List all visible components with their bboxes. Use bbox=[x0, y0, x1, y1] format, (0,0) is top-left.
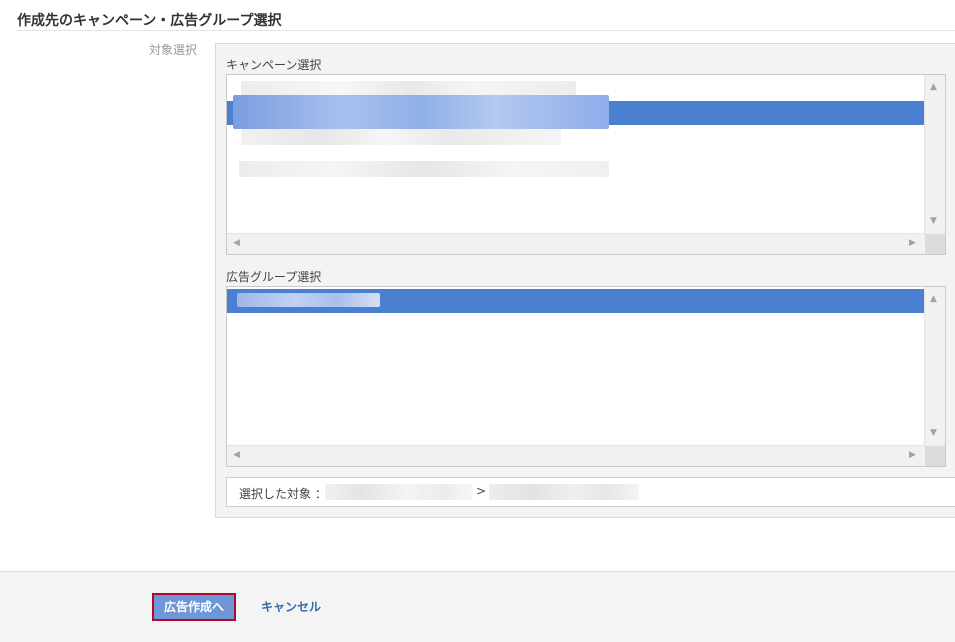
scrollbar-corner bbox=[925, 446, 945, 466]
scroll-down-icon[interactable]: ▼ bbox=[930, 217, 937, 226]
scroll-right-icon[interactable]: ▶ bbox=[909, 239, 916, 248]
list-item-selected[interactable] bbox=[227, 95, 924, 129]
scrollbar-corner bbox=[925, 234, 945, 254]
footer-bar bbox=[0, 571, 955, 642]
list-item[interactable] bbox=[227, 125, 924, 149]
selected-target-label: 選択した対象 ： bbox=[239, 487, 327, 501]
list-item-selected[interactable] bbox=[227, 289, 924, 313]
breadcrumb-separator: > bbox=[476, 484, 487, 498]
target-selection-label: 対象選択 bbox=[149, 43, 198, 57]
selected-campaign-value bbox=[325, 484, 473, 500]
create-ad-button[interactable]: 広告作成へ bbox=[152, 593, 236, 621]
adgroup-horizontal-scrollbar[interactable]: ◀ ▶ bbox=[227, 445, 925, 466]
selected-target-box: 選択した対象 ： > bbox=[226, 477, 955, 507]
adgroup-vertical-scrollbar[interactable]: ▲ ▼ bbox=[924, 287, 945, 446]
cancel-link[interactable]: キャンセル bbox=[261, 598, 321, 615]
scroll-up-icon[interactable]: ▲ bbox=[930, 295, 937, 304]
campaign-select-label: キャンペーン選択 bbox=[226, 58, 322, 72]
adgroup-listbox[interactable]: ▲ ▼ ◀ ▶ bbox=[226, 286, 946, 467]
campaign-listbox[interactable]: ▲ ▼ ◀ ▶ bbox=[226, 74, 946, 255]
title-divider bbox=[17, 30, 955, 31]
campaign-vertical-scrollbar[interactable]: ▲ ▼ bbox=[924, 75, 945, 234]
scroll-left-icon[interactable]: ◀ bbox=[233, 239, 240, 248]
scroll-left-icon[interactable]: ◀ bbox=[233, 451, 240, 460]
selected-adgroup-value bbox=[489, 484, 639, 500]
campaign-horizontal-scrollbar[interactable]: ◀ ▶ bbox=[227, 233, 925, 254]
scroll-down-icon[interactable]: ▼ bbox=[930, 429, 937, 438]
adgroup-select-label: 広告グループ選択 bbox=[226, 270, 322, 284]
scroll-right-icon[interactable]: ▶ bbox=[909, 451, 916, 460]
scroll-up-icon[interactable]: ▲ bbox=[930, 83, 937, 92]
list-item[interactable] bbox=[227, 157, 924, 181]
page-title: 作成先のキャンペーン・広告グループ選択 bbox=[17, 13, 282, 29]
